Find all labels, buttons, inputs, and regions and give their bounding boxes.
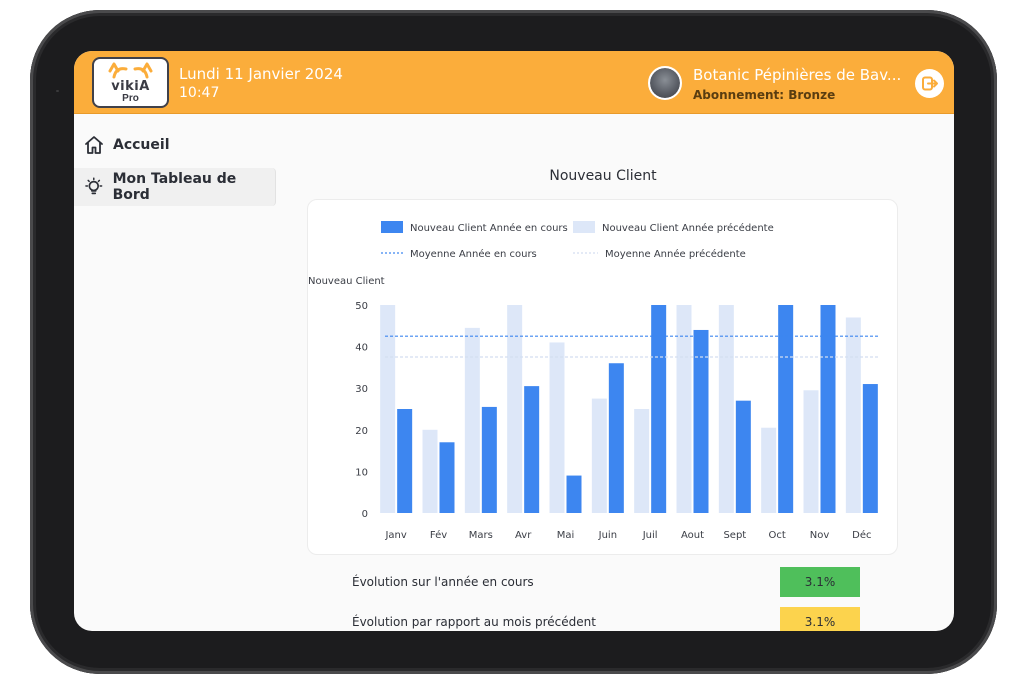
logout-button[interactable]	[915, 69, 944, 98]
current-time: 10:47	[179, 85, 220, 101]
sidebar-item-accueil[interactable]: Accueil	[74, 126, 276, 164]
x-tick-label: Avr	[515, 530, 532, 541]
bar-current-year	[481, 406, 497, 513]
bar-previous-year	[507, 305, 523, 513]
lightbulb-icon	[85, 177, 103, 195]
legend-label: Nouveau Client Année précédente	[602, 222, 774, 234]
x-tick-label: Mars	[469, 530, 493, 541]
logo-subtext: Pro	[122, 93, 139, 104]
bar-current-year	[566, 475, 582, 513]
bar-previous-year	[422, 429, 438, 513]
sidebar-item-tableau-de-bord[interactable]: Mon Tableau de Bord	[74, 168, 276, 206]
x-tick-label: Oct	[769, 530, 786, 541]
logout-icon	[922, 76, 938, 91]
stat-label-year: Évolution sur l'année en cours	[352, 575, 534, 589]
x-tick-label: Aout	[681, 530, 704, 541]
legend-label: Moyenne Année précédente	[605, 248, 746, 260]
chart-title: Nouveau Client	[549, 168, 657, 184]
stat-label-month: Évolution par rapport au mois précédent	[352, 615, 596, 629]
logo-text: vikiA	[111, 79, 150, 94]
bar-previous-year	[464, 327, 480, 513]
bar-current-year	[651, 305, 667, 513]
top-bar: vikiA Pro Lundi 11 Janvier 2024 10:47 Bo…	[74, 51, 954, 114]
x-tick-label: Sept	[723, 530, 746, 541]
bar-current-year	[862, 384, 878, 513]
bar-previous-year	[676, 305, 692, 513]
y-tick-label: 20	[355, 426, 368, 437]
home-icon	[85, 136, 103, 154]
current-date: Lundi 11 Janvier 2024	[179, 65, 343, 83]
stat-value-year: 3.1%	[780, 567, 860, 597]
y-tick-label: 10	[355, 467, 368, 478]
app-logo[interactable]: vikiA Pro	[92, 57, 169, 108]
legend-swatch	[573, 221, 595, 233]
x-tick-label: Juil	[642, 530, 658, 541]
app-screen: vikiA Pro Lundi 11 Janvier 2024 10:47 Bo…	[74, 51, 954, 631]
legend-label: Moyenne Année en cours	[410, 248, 537, 260]
x-tick-label: Janv	[384, 530, 406, 541]
legend-swatch	[381, 221, 403, 233]
y-tick-label: 0	[362, 509, 368, 520]
sidebar-item-label: Accueil	[113, 137, 170, 153]
bar-current-year	[439, 442, 455, 513]
y-tick-label: 30	[355, 384, 368, 395]
x-tick-label: Fév	[430, 529, 447, 541]
x-tick-label: Déc	[852, 529, 871, 541]
logo-arrows-icon	[108, 62, 153, 79]
bar-previous-year	[845, 317, 861, 513]
hardware-button	[56, 90, 59, 92]
x-tick-label: Nov	[810, 530, 830, 541]
x-tick-label: Juin	[598, 530, 617, 541]
x-tick-label: Mai	[557, 530, 575, 541]
bar-current-year	[397, 409, 413, 513]
bar-current-year	[735, 400, 751, 513]
bar-previous-year	[591, 398, 607, 513]
bar-previous-year	[803, 390, 819, 513]
bar-current-year	[608, 363, 624, 513]
chart-card: Nouveau Client Année en cours Nouveau Cli…	[307, 199, 898, 555]
y-axis-label: Nouveau Client	[308, 276, 385, 287]
bar-previous-year	[634, 409, 650, 513]
bar-chart: Nouveau Client Année en cours Nouveau Cli…	[308, 221, 879, 541]
legend-label: Nouveau Client Année en cours	[410, 222, 568, 234]
bar-previous-year	[761, 427, 777, 513]
bar-current-year	[524, 386, 540, 513]
shop-name[interactable]: Botanic Pépinières de Bav...	[693, 66, 901, 84]
sidebar-item-label: Mon Tableau de Bord	[112, 171, 237, 203]
subscription-label: Abonnement: Bronze	[693, 88, 836, 102]
y-tick-label: 50	[355, 301, 368, 312]
stat-value-month: 3.1%	[780, 607, 860, 631]
bar-previous-year	[549, 342, 565, 513]
shop-avatar[interactable]	[648, 66, 682, 100]
y-tick-label: 40	[355, 343, 368, 354]
